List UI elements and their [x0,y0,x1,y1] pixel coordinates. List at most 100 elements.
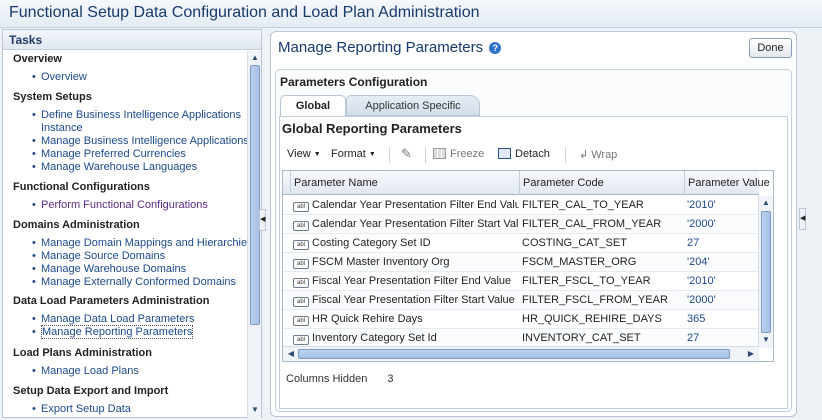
task-link[interactable]: • Manage Business Intelligence Applicatio… [3,135,247,148]
tab-global[interactable]: Global [280,95,346,116]
scroll-up-icon[interactable]: ▲ [249,52,261,64]
scroll-left-icon[interactable]: ◀ [285,348,297,360]
table-row[interactable]: abl Calendar Year Presentation Filter Sta… [283,215,759,234]
cell-parameter-value[interactable]: '2010' [684,272,759,291]
parameters-configuration-title: Parameters Configuration [280,75,428,89]
bullet-icon: • [32,326,36,338]
task-list: • Manage Data Load Parameters • Manage Repo… [3,313,209,339]
task-section-title: Functional Configurations [13,181,150,193]
detach-button[interactable]: Detach [498,148,550,160]
app-header: Functional Setup Data Configuration and … [0,0,822,28]
tab-application-specific[interactable]: Application Specific [346,95,480,116]
task-link[interactable]: • Manage Preferred Currencies [3,148,247,161]
table-row[interactable]: abl Costing Category Set ID COSTING_CAT_SE… [283,234,759,253]
help-icon[interactable]: ? [489,42,502,54]
detach-icon [498,148,511,159]
column-header-parameter-value[interactable]: Parameter Value [684,171,770,195]
parameter-name-text: Fiscal Year Presentation Filter End Valu… [312,275,512,287]
text-type-icon: abl [293,259,309,269]
bullet-icon: • [32,135,36,147]
cell-parameter-name: abl Costing Category Set ID [290,234,519,253]
wrap-button[interactable]: ↲ Wrap [579,148,617,161]
task-link[interactable]: • Perform Functional Configurations [3,199,208,212]
table-body: abl Calendar Year Presentation Filter End… [283,196,759,348]
table-hscroll-thumb[interactable] [298,349,730,359]
task-link[interactable]: Instance [3,122,247,135]
done-button[interactable]: Done [749,38,792,58]
format-menu[interactable]: Format ▼ [331,148,376,160]
bullet-icon: • [32,148,36,160]
collapse-right-splitter-icon[interactable]: ◀ [799,208,806,230]
parameter-name-text: Inventory Category Set Id [312,332,437,344]
cell-parameter-code: COSTING_CAT_SET [522,237,627,249]
scroll-thumb[interactable] [250,65,260,325]
task-section: System Setups • Define Business Intelligen… [3,91,247,174]
task-link[interactable]: • Define Business Intelligence Applicatio… [3,109,247,122]
task-link[interactable]: • Manage Source Domains [3,250,247,263]
bullet-icon: • [32,403,36,415]
cell-parameter-value[interactable]: 365 [684,310,759,329]
cell-parameter-name: abl Fiscal Year Presentation Filter Start… [290,291,519,310]
cell-parameter-value[interactable]: '2000' [684,291,759,310]
column-header-parameter-code[interactable]: Parameter Code [519,171,684,195]
table-row[interactable]: abl FSCM Master Inventory Org FSCM_MASTER_… [283,253,759,272]
table-row[interactable]: abl Fiscal Year Presentation Filter End V… [283,272,759,291]
task-link[interactable]: • Manage Warehouse Languages [3,161,247,174]
task-link[interactable]: • Manage Load Plans [3,365,152,378]
table-vertical-scrollbar[interactable]: ▲ ▼ [758,196,773,348]
cell-parameter-name: abl Fiscal Year Presentation Filter End V… [290,272,519,291]
parameter-name-text: HR Quick Rehire Days [312,313,423,325]
task-section: Overview • Overview [3,53,87,84]
task-link-label: Define Business Intelligence Application… [41,109,241,121]
table-row[interactable]: abl HR Quick Rehire Days HR_QUICK_REHIRE_D… [283,310,759,329]
task-link-label: Manage Source Domains [41,250,166,262]
task-link[interactable]: • Manage Externally Conformed Domains [3,276,247,289]
task-section-title: Load Plans Administration [13,347,152,359]
scroll-up-icon[interactable]: ▲ [760,197,772,209]
task-section-title: System Setups [13,91,92,103]
edit-pencil-icon[interactable]: ✎ [401,146,412,162]
freeze-button[interactable]: Freeze [433,148,484,160]
wrap-label: Wrap [591,149,618,161]
task-link[interactable]: • Manage Reporting Parameters [3,325,209,339]
task-link-label: Manage Data Load Parameters [41,313,195,325]
task-list: • Manage Load Plans [3,365,152,378]
table-vscroll-thumb[interactable] [761,211,771,333]
toolbar-separator [425,147,426,163]
parameter-name-text: FSCM Master Inventory Org [312,256,450,268]
table-row[interactable]: abl Calendar Year Presentation Filter End… [283,196,759,215]
task-link[interactable]: • Export Setup Data [3,403,168,416]
wrap-icon: ↲ [579,149,589,161]
freeze-icon [433,148,446,159]
task-link-label: Manage Preferred Currencies [41,148,186,160]
text-type-icon: abl [293,240,309,250]
scroll-down-icon[interactable]: ▼ [249,404,261,416]
view-menu-label: View [287,148,311,160]
cell-parameter-value[interactable]: '2000' [684,215,759,234]
column-header-parameter-name[interactable]: Parameter Name [290,171,519,195]
parameter-name-text: Calendar Year Presentation Filter Start … [312,218,519,230]
cell-parameter-value[interactable]: '204' [684,253,759,272]
task-link[interactable]: • Manage Domain Mappings and Hierarchies [3,237,247,250]
scroll-down-icon[interactable]: ▼ [760,334,772,346]
task-list: • Manage Domain Mappings and Hierarchies •… [3,237,247,289]
task-link-label: Instance [41,122,83,134]
parameter-name-text: Calendar Year Presentation Filter End Va… [312,199,519,211]
task-link[interactable]: • Manage Warehouse Domains [3,263,247,276]
cell-parameter-value[interactable]: '2010' [684,196,759,215]
global-parameters-title: Global Reporting Parameters [282,121,462,136]
task-link-label: Overview [41,71,87,83]
bullet-icon: • [32,263,36,275]
cell-parameter-value[interactable]: 27 [684,234,759,253]
table-row[interactable]: abl Fiscal Year Presentation Filter Start… [283,291,759,310]
tasks-scrollbar[interactable]: ▲ ▼ [247,51,261,418]
task-link[interactable]: • Overview [3,71,87,84]
task-link-label: Manage Reporting Parameters [41,325,194,339]
view-menu[interactable]: View ▼ [287,148,321,160]
bullet-icon: • [32,109,36,121]
bullet-icon: • [32,365,36,377]
bullet-icon: • [32,276,36,288]
scroll-right-icon[interactable]: ▶ [745,348,757,360]
table-horizontal-scrollbar[interactable]: ◀ ▶ [283,346,759,361]
collapse-left-splitter-icon[interactable]: ◀ [259,209,266,231]
